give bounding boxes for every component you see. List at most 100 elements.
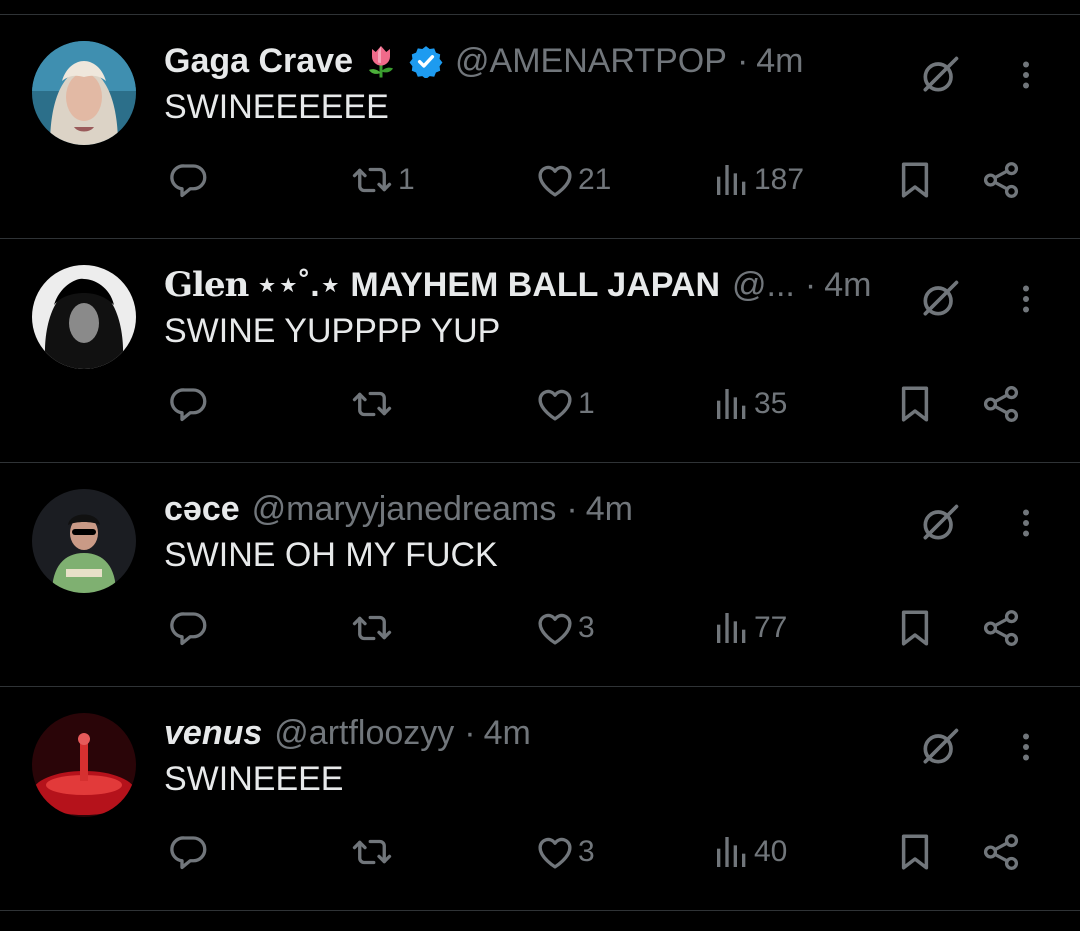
grok-icon[interactable] xyxy=(918,501,962,545)
display-name[interactable]: venus xyxy=(164,711,262,755)
bookmark-icon xyxy=(894,159,936,201)
bookmark-icon xyxy=(894,607,936,649)
bookmark-icon xyxy=(894,831,936,873)
tweet[interactable]: cəce @maryyjanedreams · 4m SWINE OH MY F… xyxy=(0,463,1080,687)
retweet-count: 1 xyxy=(398,163,415,196)
views-button[interactable]: 77 xyxy=(712,603,787,653)
reply-icon xyxy=(168,607,210,649)
user-handle[interactable]: @maryyjanedreams xyxy=(252,487,557,531)
separator-dot: · xyxy=(566,490,578,528)
tweet-text: SWINE YUPPPP YUP xyxy=(164,312,501,350)
action-bar: 1 35 xyxy=(0,379,1080,429)
like-button[interactable]: 3 xyxy=(534,827,595,877)
reply-button[interactable] xyxy=(168,827,212,877)
more-options-icon[interactable] xyxy=(1008,725,1044,769)
bookmark-button[interactable] xyxy=(894,155,936,205)
bookmark-button[interactable] xyxy=(894,379,936,429)
timeline-feed: Gaga Crave @AMENARTPOP · 4m SWINEEEEEE 1… xyxy=(0,0,1080,931)
avatar[interactable] xyxy=(32,265,136,369)
share-icon xyxy=(980,831,1022,873)
tweet-divider xyxy=(0,910,1080,911)
grok-icon[interactable] xyxy=(918,725,962,769)
analytics-icon xyxy=(712,608,752,648)
heart-icon xyxy=(534,831,576,873)
share-button[interactable] xyxy=(980,827,1022,877)
action-bar: 3 77 xyxy=(0,603,1080,653)
view-count: 40 xyxy=(754,835,788,868)
reply-button[interactable] xyxy=(168,379,212,429)
like-count: 3 xyxy=(578,611,595,644)
retweet-button[interactable] xyxy=(348,379,398,429)
avatar-glen-image xyxy=(32,265,136,369)
action-bar: 3 40 xyxy=(0,827,1080,877)
like-button[interactable]: 3 xyxy=(534,603,595,653)
more-options-icon[interactable] xyxy=(1008,501,1044,545)
retweet-button[interactable] xyxy=(348,603,398,653)
share-button[interactable] xyxy=(980,603,1022,653)
view-count: 77 xyxy=(754,611,788,644)
tweet-header: Glen ⋆⋆˚.⋆ MAYHEM BALL JAPAN @... · 4m xyxy=(164,263,904,307)
retweet-icon xyxy=(348,383,396,425)
retweet-button[interactable] xyxy=(348,827,398,877)
separator-dot: · xyxy=(804,266,817,304)
share-button[interactable] xyxy=(980,379,1022,429)
timestamp[interactable]: 4m xyxy=(824,263,871,307)
timestamp[interactable]: 4m xyxy=(586,487,633,531)
reply-button[interactable] xyxy=(168,155,212,205)
user-handle[interactable]: @... xyxy=(732,263,795,307)
tweet-text: SWINEEEE xyxy=(164,760,344,798)
share-icon xyxy=(980,383,1022,425)
heart-icon xyxy=(534,607,576,649)
share-button[interactable] xyxy=(980,155,1022,205)
analytics-icon xyxy=(712,832,752,872)
heart-icon xyxy=(534,383,576,425)
tweet-header: Gaga Crave @AMENARTPOP · 4m xyxy=(164,39,904,83)
user-handle[interactable]: @AMENARTPOP xyxy=(455,39,727,83)
avatar-cece-image xyxy=(32,489,136,593)
reply-button[interactable] xyxy=(168,603,212,653)
avatar[interactable] xyxy=(32,489,136,593)
display-name[interactable]: cəce xyxy=(164,487,240,531)
verified-badge-icon[interactable] xyxy=(409,44,443,78)
views-button[interactable]: 35 xyxy=(712,379,787,429)
heart-icon xyxy=(534,159,576,201)
analytics-icon xyxy=(712,384,752,424)
reply-icon xyxy=(168,159,210,201)
grok-icon[interactable] xyxy=(918,53,962,97)
retweet-button[interactable]: 1 xyxy=(348,155,415,205)
tweet-text: SWINE OH MY FUCK xyxy=(164,536,498,574)
like-count: 3 xyxy=(578,835,595,868)
tweet-text: SWINEEEEEE xyxy=(164,88,389,126)
tweet[interactable]: Glen ⋆⋆˚.⋆ MAYHEM BALL JAPAN @... · 4m S… xyxy=(0,239,1080,463)
avatar-venus-image xyxy=(32,713,136,817)
display-name-gothic[interactable]: Glen xyxy=(164,263,249,307)
user-handle[interactable]: @artfloozyy xyxy=(274,711,454,755)
display-name[interactable]: ⋆⋆˚.⋆ MAYHEM BALL JAPAN xyxy=(256,263,720,307)
views-button[interactable]: 187 xyxy=(712,155,804,205)
like-button[interactable]: 21 xyxy=(534,155,611,205)
bookmark-button[interactable] xyxy=(894,827,936,877)
like-count: 1 xyxy=(578,387,595,420)
grok-icon[interactable] xyxy=(918,277,962,321)
bookmark-button[interactable] xyxy=(894,603,936,653)
more-options-icon[interactable] xyxy=(1008,277,1044,321)
like-button[interactable]: 1 xyxy=(534,379,595,429)
tweet[interactable]: venus @artfloozyy · 4m SWINEEEE 3 40 xyxy=(0,687,1080,911)
timestamp[interactable]: 4m xyxy=(756,39,803,83)
timestamp[interactable]: 4m xyxy=(484,711,531,755)
display-name[interactable]: Gaga Crave xyxy=(164,39,353,83)
tulip-icon xyxy=(363,43,399,79)
analytics-icon xyxy=(712,160,752,200)
share-icon xyxy=(980,159,1022,201)
view-count: 187 xyxy=(754,163,805,196)
avatar[interactable] xyxy=(32,41,136,145)
avatar[interactable] xyxy=(32,713,136,817)
tweet-header: cəce @maryyjanedreams · 4m xyxy=(164,487,904,531)
tweet[interactable]: Gaga Crave @AMENARTPOP · 4m SWINEEEEEE 1… xyxy=(0,15,1080,239)
separator-dot: · xyxy=(736,42,749,80)
more-options-icon[interactable] xyxy=(1008,53,1044,97)
like-count: 21 xyxy=(578,163,612,196)
reply-icon xyxy=(168,831,210,873)
separator-dot: · xyxy=(464,714,476,752)
views-button[interactable]: 40 xyxy=(712,827,787,877)
